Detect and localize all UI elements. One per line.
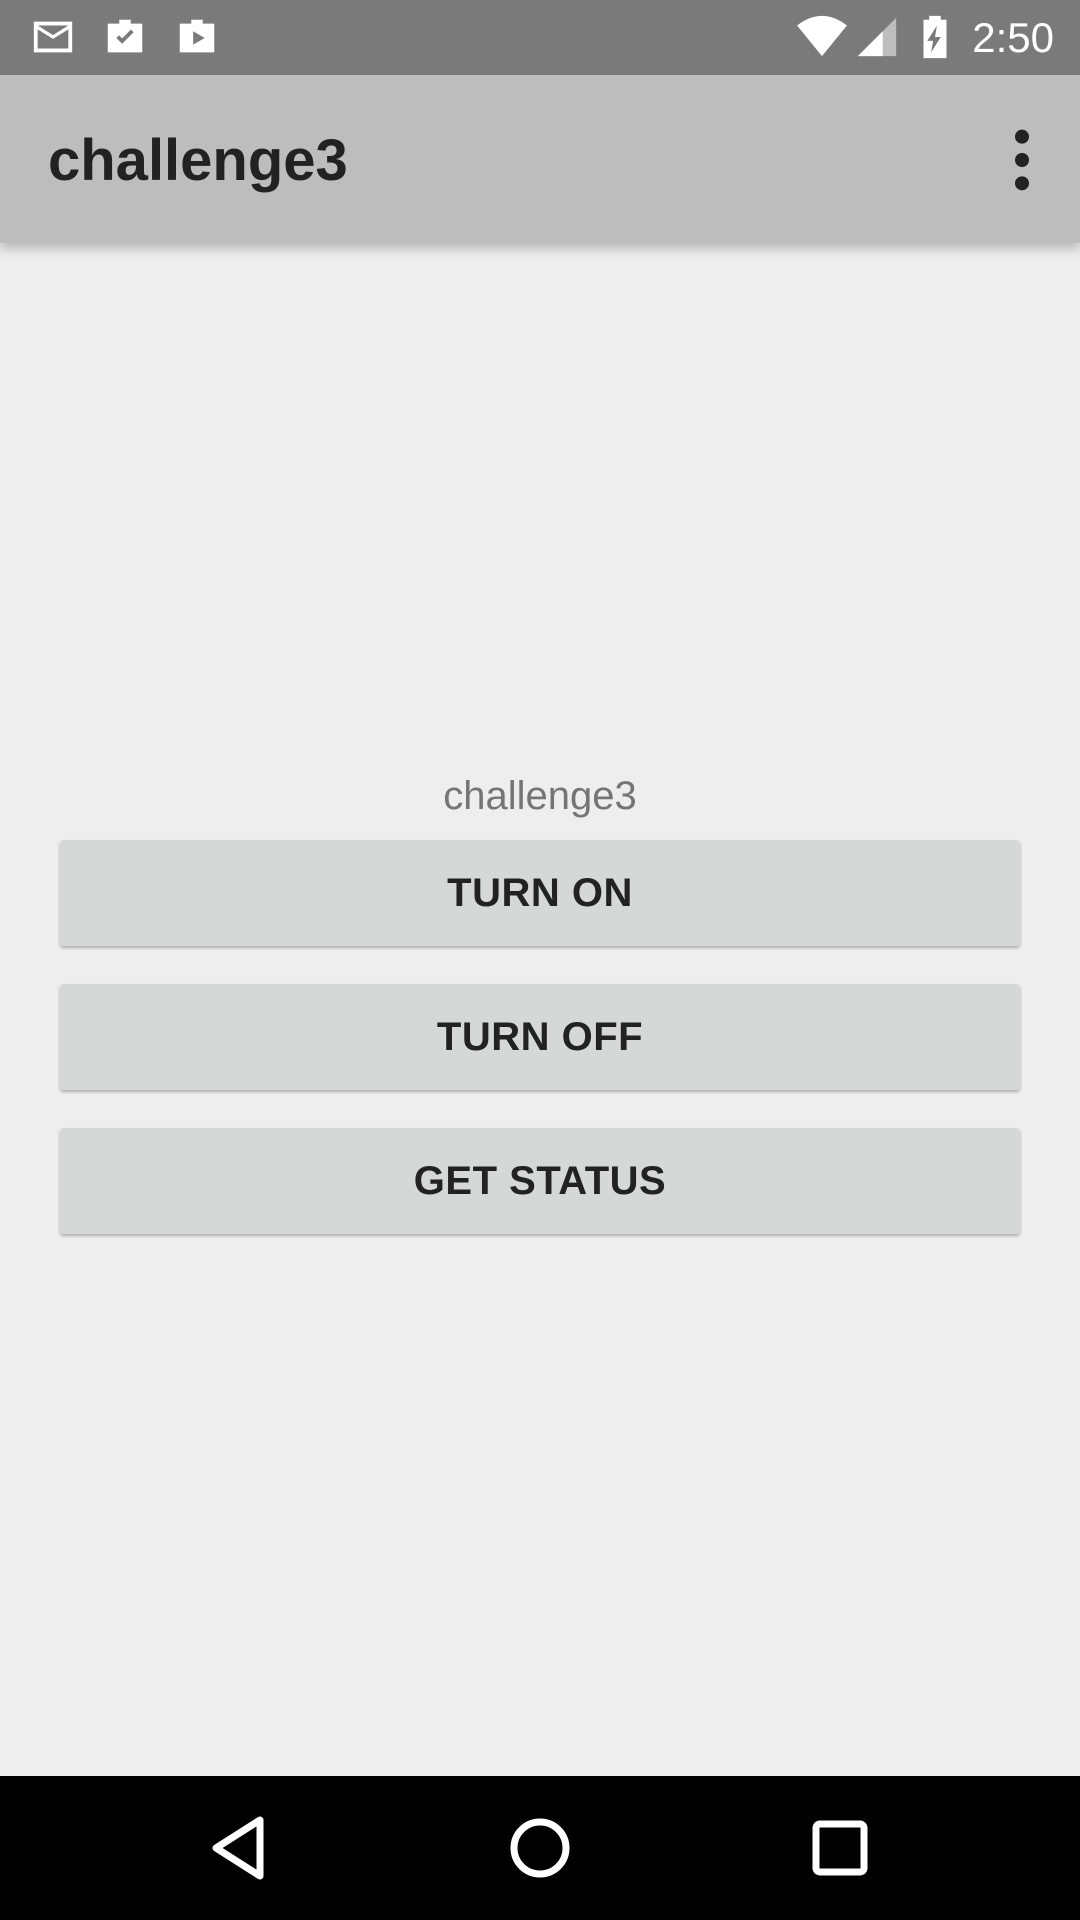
- work-check-icon: [102, 14, 148, 60]
- gmail-icon: [30, 14, 76, 60]
- wifi-icon: [794, 14, 850, 60]
- home-icon[interactable]: [500, 1808, 580, 1888]
- status-bar: 2:50: [0, 0, 1080, 75]
- cell-signal-icon: [854, 14, 900, 60]
- turn-off-button[interactable]: TURN OFF: [60, 984, 1020, 1090]
- back-icon[interactable]: [200, 1808, 280, 1888]
- content-label: challenge3: [443, 774, 637, 818]
- get-status-button[interactable]: GET STATUS: [60, 1128, 1020, 1234]
- nav-bar: [0, 1776, 1080, 1920]
- battery-charging-icon: [914, 14, 956, 60]
- app-title: challenge3: [48, 128, 348, 193]
- more-vert-icon[interactable]: [994, 125, 1050, 195]
- status-time: 2:50: [972, 14, 1054, 61]
- turn-on-button[interactable]: TURN ON: [60, 840, 1020, 946]
- recents-icon[interactable]: [800, 1808, 880, 1888]
- work-play-icon: [174, 14, 220, 60]
- app-bar: challenge3: [0, 75, 1080, 243]
